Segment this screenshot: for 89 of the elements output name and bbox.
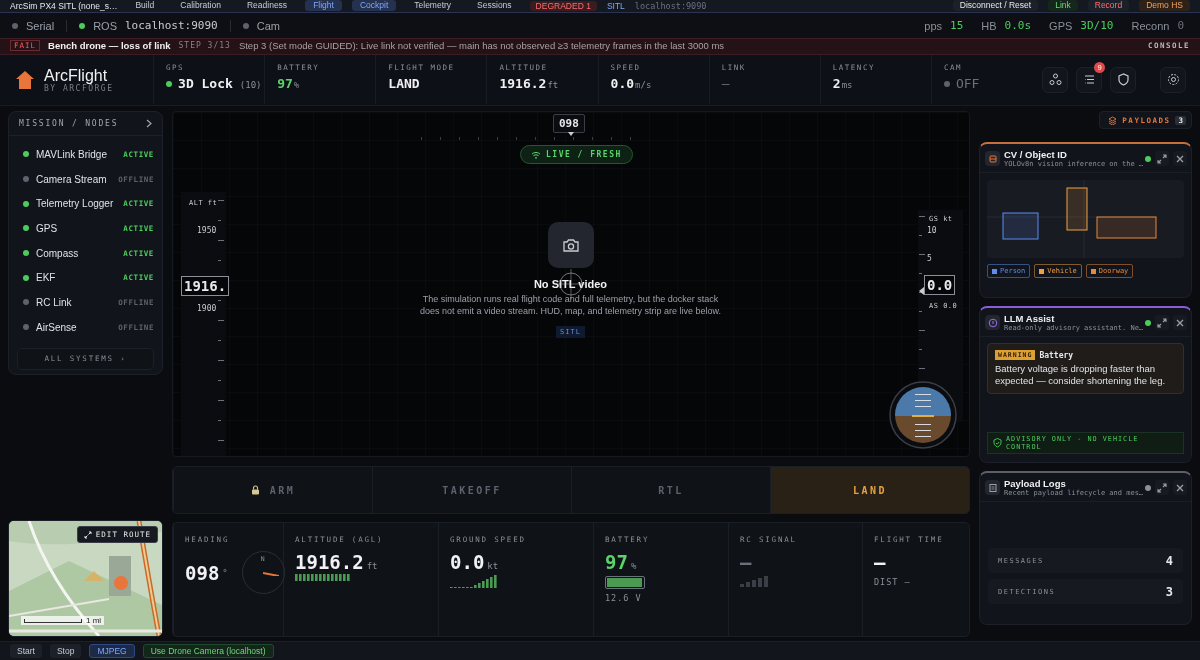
node-name: RC Link — [36, 296, 73, 308]
speed-tick: 10 — [927, 226, 937, 235]
metric-label: GPS — [1049, 19, 1073, 32]
alert-message: Step 3 (Set mode GUIDED): Live link not verified — main has not observed ≥3 telemetry frames in the last 3000 ms — [238, 40, 726, 51]
record-button[interactable]: Record — [1087, 0, 1130, 11]
alert-title: Bench drone — loss of link — [48, 40, 171, 51]
speed-readout: 0.0 — [924, 275, 956, 295]
scale-label: 1 mi — [86, 616, 102, 625]
view-tab[interactable]: Sessions — [469, 0, 520, 11]
speed-tick: 5 — [927, 254, 932, 263]
unit-label: % — [293, 80, 300, 90]
demo-button[interactable]: Demo HS — [1139, 0, 1190, 11]
nav-tab[interactable]: Build — [127, 0, 163, 11]
node-name: Camera Stream — [36, 173, 108, 185]
link-button[interactable]: Link — [1048, 0, 1078, 11]
telemetry-value: 1916.2 — [499, 76, 547, 91]
health-status[interactable]: DEGRADED 1 — [529, 0, 597, 11]
altitude-tick: 1950 — [197, 226, 217, 235]
unit-label: ° — [222, 567, 228, 578]
unit-label: ft — [547, 80, 559, 90]
connection-address: localhost:9090 — [634, 0, 707, 11]
unit-label: kt — [487, 561, 499, 571]
disconnect-button[interactable]: Disconnect / Reset — [952, 0, 1039, 11]
metric-value: 3D/10 — [1080, 19, 1114, 32]
counter-value: 4 — [1165, 553, 1173, 568]
advice-message: Battery voltage is dropping faster than expected — consider shortening the leg. — [995, 363, 1167, 387]
step-counter: STEP 3/13 — [178, 41, 231, 50]
command-button[interactable]: LAND — [770, 467, 969, 513]
brand-name: ArcFlight — [44, 66, 108, 84]
brand-tagline: BY ARCFORGE — [44, 83, 114, 93]
stream-button[interactable]: Start — [10, 643, 42, 658]
node-name: AirSense — [36, 321, 78, 333]
unit-label: m/s — [635, 80, 652, 90]
unit-label: ft — [366, 561, 378, 571]
heading-readout: 098 — [553, 114, 585, 133]
node-name: Telemetry Logger — [36, 198, 115, 210]
link-status-badge: LIVE / FRESH — [520, 145, 633, 164]
stat-value: — — [874, 551, 886, 573]
telemetry-value: 0.0 — [610, 76, 635, 91]
advice-title: Battery — [1039, 350, 1074, 360]
stat-value: 098 — [185, 561, 220, 584]
satellite-count: (10) — [239, 80, 262, 90]
source-address: localhost:9090 — [124, 19, 218, 32]
metric-label: HB — [981, 19, 997, 32]
metric-label: Reconn — [1131, 19, 1170, 32]
node-name: MAVLink Bridge — [36, 148, 108, 160]
stat-value: — — [740, 551, 752, 573]
nav-tab[interactable]: Flight — [305, 0, 342, 11]
telemetry-value: LAND — [388, 76, 420, 91]
camera-button[interactable]: Use Drone Camera (localhost) — [142, 643, 274, 658]
node-name: Compass — [36, 247, 80, 259]
nav-tab[interactable]: Calibration — [172, 0, 229, 11]
panel-title: MISSION / NODES — [19, 119, 119, 128]
node-name: EKF — [36, 272, 57, 284]
panel-title: LLM Assist — [1004, 313, 1056, 324]
unit-label: % — [630, 561, 637, 571]
stat-detail: 12.6 V — [605, 593, 643, 603]
telemetry-value: 2 — [832, 76, 841, 91]
metric-value: 15 — [950, 19, 964, 32]
project-selector[interactable]: ArcSim PX4 SITL (none_s… — [10, 0, 118, 11]
source-label: Cam — [256, 19, 280, 32]
unit-label: ms — [841, 80, 853, 90]
altitude-readout: 1916. — [181, 276, 230, 296]
altitude-tick: 1900 — [197, 304, 217, 313]
stat-value: 0.0 — [450, 551, 485, 573]
view-tab[interactable]: Telemetry — [406, 0, 460, 11]
panel-title: Payload Logs — [1004, 478, 1067, 489]
telemetry-value: 3D Lock — [178, 76, 233, 91]
source-label: Serial — [26, 19, 55, 32]
panel-title: CV / Object ID — [1004, 149, 1068, 160]
telemetry-value: 97 — [277, 76, 293, 91]
telemetry-value: OFF — [955, 76, 980, 91]
stat-value: 97 — [605, 551, 628, 573]
view-tab[interactable]: Cockpit — [351, 0, 397, 11]
connection-label: SITL — [606, 0, 625, 11]
no-video-message: The simulation runs real flight code and full telemetry, but the docker stack does not emit a video stream. HUD, map, and telemetry strip are live below. — [418, 294, 723, 317]
source-label: ROS — [93, 19, 117, 32]
nav-tab[interactable]: Readiness — [238, 0, 296, 11]
stream-button[interactable]: MJPEG — [89, 643, 135, 658]
stream-button[interactable]: Stop — [49, 643, 82, 658]
counter-value: 3 — [1165, 584, 1173, 599]
no-video-title: No SITL video — [532, 278, 609, 290]
metric-label: pps — [924, 19, 943, 32]
metric-value: 0.0s — [1004, 19, 1032, 32]
telemetry-value: — — [721, 76, 730, 91]
node-name: GPS — [36, 222, 59, 234]
metric-value: 0 — [1177, 19, 1184, 32]
stat-detail: DIST — — [874, 577, 912, 587]
stat-value: 1916.2 — [295, 551, 364, 573]
